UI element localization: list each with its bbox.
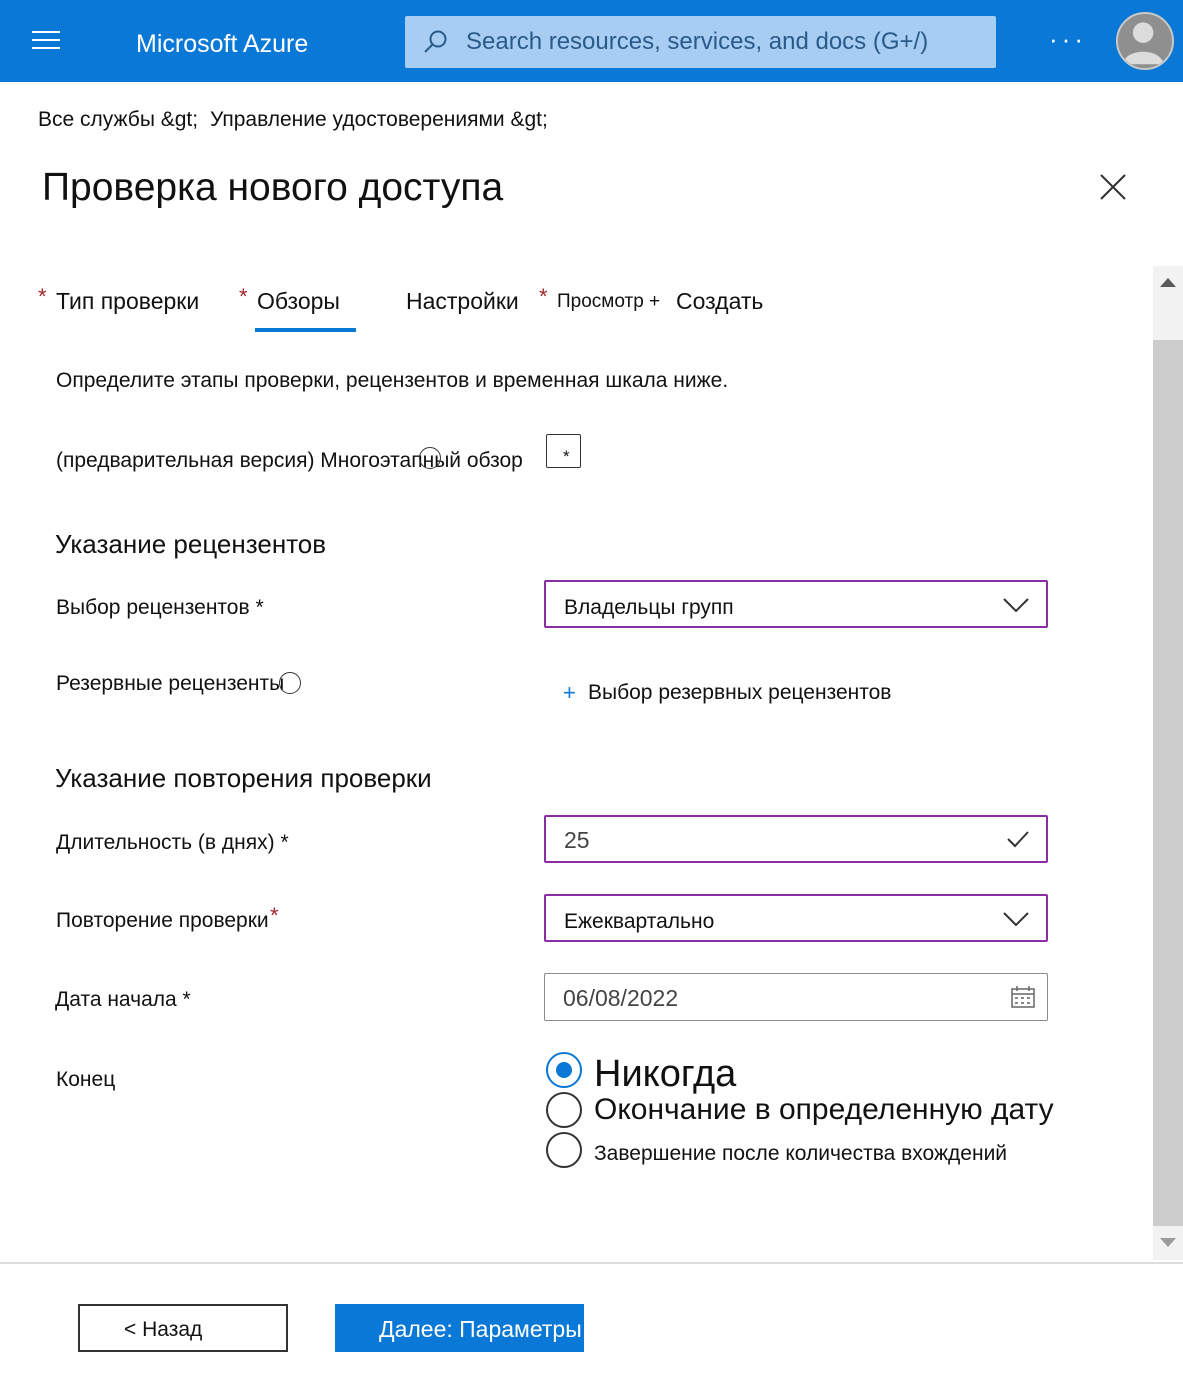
required-mark: * <box>38 284 47 309</box>
scroll-down-arrow-icon[interactable] <box>1160 1238 1176 1247</box>
top-bar: Microsoft Azure Search resources, servic… <box>0 0 1183 82</box>
end-option-never-label: Никогда <box>594 1053 737 1095</box>
avatar[interactable] <box>1116 12 1174 70</box>
chevron-down-icon <box>1003 598 1029 613</box>
radio-end-after-occurrences[interactable] <box>546 1132 582 1168</box>
start-date-label: Дата начала * <box>55 988 191 1011</box>
select-reviewers-label: Выбор рецензентов * <box>56 596 264 619</box>
radio-end-on-date[interactable] <box>546 1092 582 1128</box>
next-settings-button[interactable]: Далее: Параметры <box>335 1304 584 1352</box>
plus-icon: + <box>563 680 576 705</box>
info-icon[interactable] <box>419 447 441 469</box>
duration-input[interactable]: 25 <box>544 815 1048 863</box>
end-option-date-label: Окончание в определенную дату <box>594 1093 1054 1126</box>
search-input[interactable]: Search resources, services, and docs (G+… <box>466 28 928 56</box>
recurrence-dropdown[interactable]: Ежеквартально <box>544 894 1048 942</box>
footer-divider <box>0 1262 1183 1264</box>
tab-review-type[interactable]: Тип проверки <box>56 288 199 315</box>
back-button-label: < Назад <box>124 1318 203 1341</box>
start-date-value: 06/08/2022 <box>563 985 679 1011</box>
multistage-label: (предварительная версия) Многоэтапный об… <box>56 449 523 472</box>
page-title: Проверка нового доступа <box>42 166 504 209</box>
user-icon <box>1122 22 1164 65</box>
search-box[interactable]: Search resources, services, and docs (G+… <box>405 16 996 68</box>
required-mark: * <box>270 903 279 928</box>
scrollbar-thumb[interactable] <box>1153 340 1183 1226</box>
back-button[interactable]: < Назад <box>78 1304 288 1352</box>
recurrence-label: Повторение проверки <box>56 909 269 932</box>
radio-end-never[interactable] <box>546 1052 582 1088</box>
hamburger-menu-icon[interactable] <box>32 31 60 51</box>
tab-settings[interactable]: Настройки <box>406 288 519 315</box>
duration-value: 25 <box>564 827 590 853</box>
recurrence-value: Ежеквартально <box>564 910 715 933</box>
active-tab-indicator <box>255 328 356 332</box>
end-option-occurrences-label: Завершение после количества вхождений <box>594 1142 1008 1165</box>
fallback-reviewers-label: Резервные рецензенты <box>56 672 285 695</box>
brand-title[interactable]: Microsoft Azure <box>136 30 308 59</box>
calendar-icon[interactable] <box>1011 986 1035 1008</box>
select-fallback-reviewers-link[interactable]: Выбор резервных рецензентов <box>588 681 891 705</box>
next-button-label: Далее: Параметры <box>379 1316 582 1342</box>
required-mark: * <box>539 284 548 309</box>
scroll-up-arrow-icon[interactable] <box>1160 278 1176 287</box>
select-reviewers-value: Владельцы групп <box>564 596 734 619</box>
intro-text: Определите этапы проверки, рецензентов и… <box>56 369 729 392</box>
breadcrumb-identity-governance[interactable]: Управление удостоверениями &gt; <box>210 108 548 131</box>
tab-reviews[interactable]: Обзоры <box>257 288 340 315</box>
breadcrumb: Все службы &gt; Управление удостоверения… <box>38 108 548 132</box>
info-icon[interactable] <box>279 672 301 694</box>
tab-review-create[interactable]: Создать <box>676 288 763 315</box>
required-mark: * <box>563 447 570 466</box>
required-mark: * <box>239 284 248 309</box>
chevron-down-icon <box>1003 912 1029 927</box>
checkmark-icon <box>1007 831 1029 848</box>
end-label: Конец <box>56 1068 116 1091</box>
select-reviewers-dropdown[interactable]: Владельцы групп <box>544 580 1048 628</box>
more-options-icon[interactable]: ··· <box>1049 24 1087 55</box>
tab-review-create-prefix[interactable]: Просмотр + <box>557 291 660 313</box>
breadcrumb-all-services[interactable]: Все службы &gt; <box>38 108 198 131</box>
start-date-input[interactable]: 06/08/2022 <box>544 973 1048 1021</box>
search-icon <box>424 30 447 53</box>
close-icon[interactable] <box>1098 172 1128 202</box>
duration-label: Длительность (в днях) * <box>56 831 289 854</box>
section-title-reviewers: Указание рецензентов <box>55 529 327 559</box>
section-title-recurrence: Указание повторения проверки <box>55 763 432 793</box>
